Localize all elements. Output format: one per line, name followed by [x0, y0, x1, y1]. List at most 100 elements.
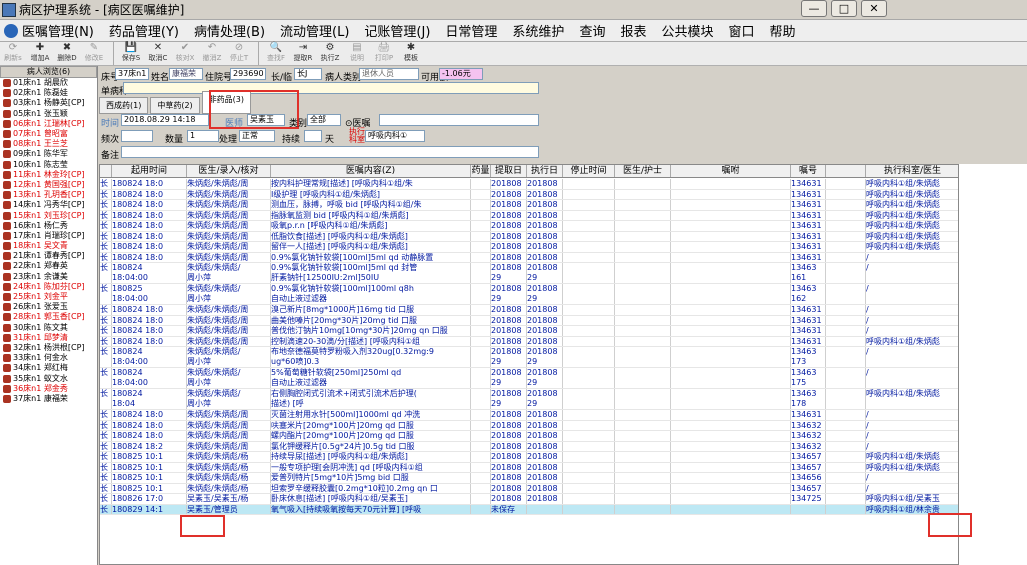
patient-item[interactable]: 05床n1 张玉颖: [0, 109, 97, 119]
doctor-field[interactable]: 吴素玉: [247, 114, 285, 126]
menu-item-3[interactable]: 流动管理(L): [280, 21, 349, 40]
grid-header-3[interactable]: 医嘱内容(Z): [271, 165, 471, 177]
grid-header-7[interactable]: 停止时间: [563, 165, 615, 177]
exec-dept-select[interactable]: 呼吸内科①: [365, 130, 425, 142]
table-row[interactable]: 长 180824 18:04:00 朱炳彪/朱炳彪/ 周小萍 0.9%氯化钠针软袋[1…: [100, 263, 958, 284]
table-row[interactable]: 长 180824 18:0 朱炳彪/朱炳彪/周 测血压，脉搏，呼吸 bid [呼吸内科…: [100, 200, 958, 211]
name-field[interactable]: 康福荣: [169, 68, 203, 80]
patient-item[interactable]: 17床n1 肖瑞珍[CP]: [0, 231, 97, 241]
grid-header-6[interactable]: 执行日: [527, 165, 563, 177]
table-row[interactable]: 长 180824 18:04:00 朱炳彪/朱炳彪/ 周小萍 5%葡萄糖针软袋[250…: [100, 368, 958, 389]
patient-item[interactable]: 25床n1 刘金平: [0, 292, 97, 302]
toolbar-button-12[interactable]: ▤ 说明: [344, 42, 370, 65]
toolbar-button-10[interactable]: ⇥ 提取R: [290, 42, 316, 65]
patient-item[interactable]: 03床n1 杨静英[CP]: [0, 98, 97, 108]
grid-header-0[interactable]: [100, 165, 112, 177]
toolbar-button-4[interactable]: 💾 保存S: [118, 42, 144, 65]
patient-item[interactable]: 33床n1 何金水: [0, 353, 97, 363]
patient-item[interactable]: 13床n1 孔玥香[CP]: [0, 190, 97, 200]
category-select[interactable]: 全部: [307, 114, 341, 126]
table-row[interactable]: 长 180824 18:0 朱炳彪/朱炳彪/周 按内科护理常规[描述] [呼吸内科①组…: [100, 179, 958, 190]
menu-item-6[interactable]: 系统维护: [512, 21, 564, 40]
menu-item-0[interactable]: 医嘱管理(N): [22, 21, 94, 40]
patient-item[interactable]: 01床n1 胡晨欣: [0, 78, 97, 88]
toolbar-button-8[interactable]: ⊘ 停止T: [226, 42, 252, 65]
grid-header-9[interactable]: 嘱咐: [671, 165, 791, 177]
table-row[interactable]: 长 180824 18:0 朱炳彪/朱炳彪/周 呋塞米片[20mg*100片]20mg…: [100, 420, 958, 431]
menu-item-4[interactable]: 记账管理(J): [364, 21, 430, 40]
patient-item[interactable]: 37床n1 康福荣: [0, 394, 97, 404]
table-row[interactable]: 长 180824 18:0 朱炳彪/朱炳彪/周 控制滴速20-30滴/分[描述] [呼…: [100, 336, 958, 347]
menu-item-11[interactable]: 帮助: [770, 21, 796, 40]
grid-header-11[interactable]: [826, 165, 866, 177]
patient-item[interactable]: 06床n1 江瑞林[CP]: [0, 119, 97, 129]
toolbar-button-11[interactable]: ⚙ 执行Z: [317, 42, 343, 65]
tab-herbal-medicine[interactable]: 中草药(2): [150, 97, 200, 114]
patient-item[interactable]: 32床n1 杨洪根[CP]: [0, 343, 97, 353]
table-row[interactable]: 长 180824 18:0 朱炳彪/朱炳彪/周 留伴一人[描述] [呼吸内科①组/朱炳…: [100, 242, 958, 253]
toolbar-button-2[interactable]: ✖ 删除D: [54, 42, 80, 65]
grid-header-8[interactable]: 医生/护士: [615, 165, 671, 177]
minimize-button[interactable]: —: [801, 0, 827, 17]
menu-item-5[interactable]: 日常管理: [445, 21, 497, 40]
patient-item[interactable]: 09床n1 陈华军: [0, 149, 97, 159]
patient-item[interactable]: 31床n1 邱梦清: [0, 333, 97, 343]
grid-header-2[interactable]: 医生/录入/核对: [187, 165, 271, 177]
table-row[interactable]: 长 180825 10:1 朱炳彪/朱炳彪/杨 一般专项护理[会阴冲洗] qd [呼吸…: [100, 462, 958, 473]
patient-item[interactable]: 10床n1 陈志莹: [0, 160, 97, 170]
table-row[interactable]: 长 180824 18:04 朱炳彪/朱炳彪/ 周小萍 右侧胸腔闭式引流术+闭式引流术…: [100, 389, 958, 410]
table-row[interactable]: 长 180824 18:2 朱炳彪/朱炳彪/周 氯化钾缓释片[0.5g*24片]0.5…: [100, 441, 958, 452]
menu-item-10[interactable]: 窗口: [728, 21, 754, 40]
patient-item[interactable]: 18床n1 吴文青: [0, 241, 97, 251]
table-row[interactable]: 长 180824 18:0 朱炳彪/朱炳彪/周 灭菌注射用水针[500ml]1000m…: [100, 410, 958, 421]
inpatient-field[interactable]: 293690: [230, 68, 266, 80]
toolbar-button-7[interactable]: ↶ 撤消Z: [199, 42, 225, 65]
patient-item[interactable]: 34床n1 郑红梅: [0, 363, 97, 373]
menu-item-1[interactable]: 药品管理(Y): [109, 21, 179, 40]
table-row[interactable]: 长 180824 18:0 朱炳彪/朱炳彪/周 溴己新片[8mg*1000片]16mg…: [100, 305, 958, 316]
grid-header-5[interactable]: 提取日: [491, 165, 527, 177]
handle-select[interactable]: 正常: [239, 130, 275, 142]
table-row[interactable]: 长 180824 18:04:00 朱炳彪/朱炳彪/ 周小萍 布地奈德福莫特罗粉吸入剂…: [100, 347, 958, 368]
patient-item[interactable]: 14床n1 冯秀华[CP]: [0, 200, 97, 210]
longtemp-select[interactable]: 长J: [294, 68, 322, 80]
table-row[interactable]: 长 180829 14:1 吴素玉/管理员 氧气吸入[持续吸氧按每天70元计算] [呼…: [100, 504, 958, 515]
time-field[interactable]: 2018.08.29 14:18: [121, 114, 209, 126]
table-row[interactable]: 长 180825 10:1 朱炳彪/朱炳彪/杨 持续导尿[描述] [呼吸内科①组/朱炳…: [100, 452, 958, 463]
grid-header-4[interactable]: 药量: [471, 165, 491, 177]
table-row[interactable]: 长 180824 18:0 朱炳彪/朱炳彪/周 曲美他嗪片[20mg*30片]20mg…: [100, 315, 958, 326]
disease-field[interactable]: [123, 82, 539, 94]
table-row[interactable]: 长 180825 10:1 朱炳彪/朱炳彪/杨 爱普列特片[5mg*10片]5mg b…: [100, 473, 958, 484]
patient-item[interactable]: 26床n1 张爱玉: [0, 302, 97, 312]
table-row[interactable]: 长 180824 18:0 朱炳彪/朱炳彪/周 螺内酯片[20mg*100片]20mg…: [100, 431, 958, 442]
patient-item[interactable]: 07床n1 曾昭富: [0, 129, 97, 139]
toolbar-button-0[interactable]: ⟳ 刷新s: [0, 42, 26, 65]
patient-item[interactable]: 02床n1 陈磊娃: [0, 88, 97, 98]
patient-item[interactable]: 12床n1 黄国强[CP]: [0, 180, 97, 190]
patient-item[interactable]: 16床n1 杨仁秀: [0, 221, 97, 231]
patient-item[interactable]: 15床n1 刘玉珍[CP]: [0, 210, 97, 220]
grid-header-12[interactable]: 执行科室/医生: [866, 165, 958, 177]
restore-button[interactable]: □: [831, 0, 857, 17]
table-row[interactable]: 长 180826 17:0 吴素玉/吴素玉/杨 卧床休息[描述] [呼吸内科①组/吴素…: [100, 494, 958, 505]
order-content-field[interactable]: [379, 114, 539, 126]
patient-item[interactable]: 24床n1 陈加芬[CP]: [0, 282, 97, 292]
close-button[interactable]: ✕: [861, 0, 887, 17]
patient-type-field[interactable]: 退休人员: [359, 68, 419, 80]
toolbar-button-3[interactable]: ✎ 修改E: [81, 42, 107, 65]
toolbar-button-9[interactable]: 🔍 查找F: [263, 42, 289, 65]
toolbar-button-6[interactable]: ✔ 核对X: [172, 42, 198, 65]
toolbar-button-13[interactable]: 🖨 打印P: [371, 42, 397, 65]
menu-item-9[interactable]: 公共模块: [661, 21, 713, 40]
patient-item[interactable]: 28床n1 郭玉香[CP]: [0, 312, 97, 322]
remark-field[interactable]: [121, 146, 539, 158]
table-row[interactable]: 长 180824 18:0 朱炳彪/朱炳彪/周 0.9%氯化钠针软袋[100ml]5m…: [100, 252, 958, 263]
table-row[interactable]: 长 180824 18:0 朱炳彪/朱炳彪/周 I级护理 [呼吸内科①组/朱炳彪] 20…: [100, 189, 958, 200]
menu-item-2[interactable]: 病情处理(B): [194, 21, 265, 40]
table-row[interactable]: 长 180825 10:1 朱炳彪/朱炳彪/杨 坦索罗辛缓释胶囊[0.2mg*10粒]…: [100, 483, 958, 494]
table-row[interactable]: 长 180824 18:0 朱炳彪/朱炳彪/周 吸氧p.r.n [呼吸内科①组/朱炳彪…: [100, 221, 958, 232]
patient-item[interactable]: 36床n1 郑金秀: [0, 384, 97, 394]
continue-field[interactable]: [304, 130, 322, 142]
patient-item[interactable]: 30床n1 陈文其: [0, 323, 97, 333]
menu-item-7[interactable]: 查询: [579, 21, 605, 40]
